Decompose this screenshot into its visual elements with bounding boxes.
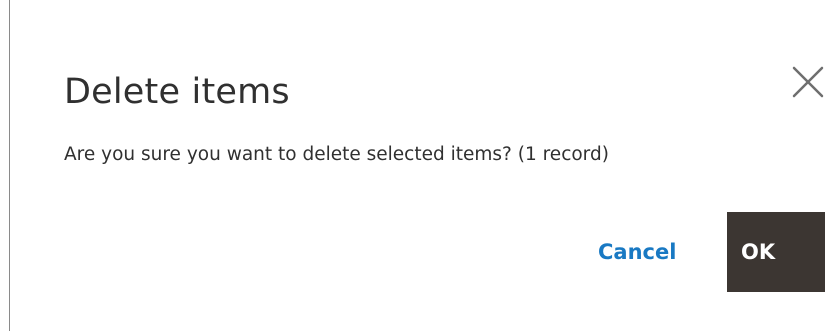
background-page-edge [0,0,10,331]
modal-title: Delete items [64,72,290,112]
ok-button[interactable]: OK [727,212,825,292]
page: Delete items Are you sure you want to de… [0,0,825,331]
modal-message: Are you sure you want to delete selected… [64,144,609,165]
cancel-button[interactable]: Cancel [588,232,686,272]
close-icon [792,66,824,98]
delete-items-modal: Delete items Are you sure you want to de… [10,0,825,331]
close-button[interactable] [788,62,825,102]
